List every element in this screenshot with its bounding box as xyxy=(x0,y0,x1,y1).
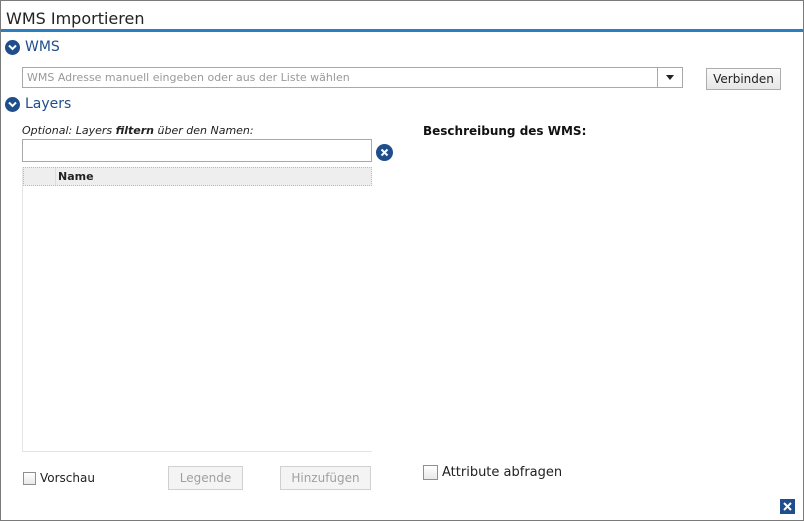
name-column-header[interactable]: Name xyxy=(56,168,94,185)
preview-checkbox[interactable] xyxy=(23,471,36,485)
checkbox-column-header xyxy=(24,168,56,185)
layers-section-toggle[interactable]: Layers xyxy=(5,96,71,112)
attributes-checkbox[interactable] xyxy=(423,465,438,480)
wms-description-label: Beschreibung des WMS: xyxy=(423,124,587,138)
layers-table-header: Name xyxy=(23,167,372,186)
triangle-down-icon xyxy=(666,75,674,80)
layers-table[interactable]: Name xyxy=(22,167,372,452)
attributes-checkbox-row[interactable]: Attribute abfragen xyxy=(423,465,562,480)
layers-section-label: Layers xyxy=(25,96,72,112)
dialog-title: WMS Importieren xyxy=(6,9,145,28)
wms-section-label: WMS xyxy=(25,39,60,55)
layer-filter-input[interactable] xyxy=(22,139,372,162)
legend-button[interactable]: Legende xyxy=(168,466,243,490)
chevron-down-icon xyxy=(5,96,20,112)
wms-section-toggle[interactable]: WMS xyxy=(5,39,60,55)
title-bar[interactable]: WMS Importieren xyxy=(1,1,803,32)
wms-import-dialog: WMS Importieren WMS Verbinden Layers Opt… xyxy=(0,0,804,521)
add-button[interactable]: Hinzufügen xyxy=(280,466,371,490)
dropdown-arrow-button[interactable] xyxy=(657,68,682,87)
connect-button[interactable]: Verbinden xyxy=(706,68,781,90)
preview-label: Vorschau xyxy=(40,471,95,485)
filter-hint: Optional: Layers filtern über den Namen: xyxy=(22,124,254,137)
chevron-down-icon xyxy=(5,39,20,55)
preview-checkbox-row[interactable]: Vorschau xyxy=(23,471,95,485)
close-icon[interactable] xyxy=(780,499,795,514)
clear-filter-icon[interactable] xyxy=(376,144,393,161)
attributes-label: Attribute abfragen xyxy=(442,465,563,480)
wms-url-combobox[interactable] xyxy=(22,67,683,88)
wms-url-input[interactable] xyxy=(23,68,666,87)
